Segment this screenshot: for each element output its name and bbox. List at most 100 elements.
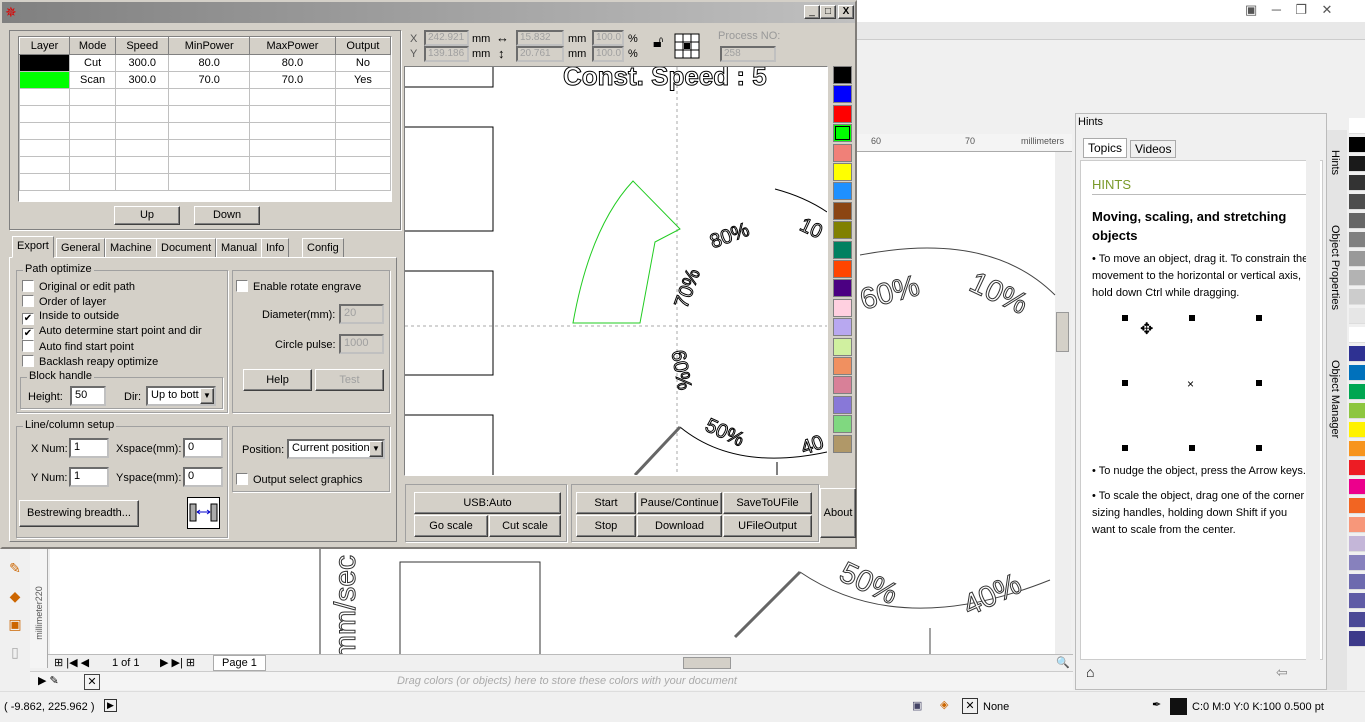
circle-pulse-input[interactable]: 1000 <box>339 334 384 354</box>
status-expand-icon[interactable]: ▶ <box>104 699 117 712</box>
pause-continue-button[interactable]: Pause/Continue <box>637 492 722 514</box>
palette-color[interactable] <box>1349 194 1365 210</box>
layer-color-swatch[interactable] <box>833 124 852 143</box>
diameter-input[interactable]: 20 <box>339 304 384 324</box>
palette-color[interactable] <box>1349 137 1365 153</box>
hints-scrollbar[interactable] <box>1306 160 1320 660</box>
palette-color[interactable] <box>1349 232 1365 248</box>
tray-arrow-icon[interactable]: ▶ ✎ <box>38 674 59 687</box>
path-option-checkbox[interactable]: ✔ Auto determine start point and dir <box>22 325 202 340</box>
side-tab-object-properties[interactable]: Object Properties <box>1329 225 1341 310</box>
height-field[interactable]: 20.761 <box>516 46 564 62</box>
go-scale-button[interactable]: Go scale <box>414 515 488 537</box>
layer-table[interactable]: Layer Mode Speed MinPower MaxPower Output Cut 3… <box>18 36 392 202</box>
palette-color[interactable] <box>1349 612 1365 628</box>
palette-color[interactable] <box>1349 175 1365 191</box>
layer-color-swatch[interactable] <box>833 182 852 201</box>
layer-color-swatch[interactable] <box>833 318 852 337</box>
layer-color-swatch[interactable] <box>833 395 852 414</box>
path-option-checkbox[interactable]: Order of layer <box>22 295 106 308</box>
layer-color-swatch[interactable] <box>833 434 852 453</box>
palette-color[interactable] <box>1349 422 1365 438</box>
test-button[interactable]: Test <box>315 369 384 391</box>
palette-color[interactable] <box>1349 460 1365 476</box>
palette-color[interactable] <box>1349 555 1365 571</box>
tab-videos[interactable]: Videos <box>1130 140 1177 158</box>
palette-color[interactable] <box>1349 574 1365 590</box>
color-tray[interactable]: ▶ ✎ ✕ Drag colors (or objects) here to s… <box>30 671 1073 690</box>
palette-color[interactable] <box>1349 346 1365 362</box>
palette-color[interactable] <box>1349 156 1365 172</box>
path-option-checkbox[interactable]: Auto find start point <box>22 340 134 353</box>
back-icon[interactable]: ⇦ <box>1276 664 1288 681</box>
x-num-input[interactable]: 1 <box>69 438 109 458</box>
tab-manual[interactable]: Manual <box>216 238 263 258</box>
palette-color[interactable] <box>1349 251 1365 267</box>
start-button[interactable]: Start <box>576 492 636 514</box>
layer-color-swatch[interactable] <box>833 240 852 259</box>
y-field[interactable]: 139.186 <box>424 46 469 62</box>
palette-color[interactable] <box>1349 441 1365 457</box>
tab-general[interactable]: General <box>56 238 106 258</box>
palette-color[interactable] <box>1349 384 1365 400</box>
stop-button[interactable]: Stop <box>576 515 636 537</box>
layer-color-swatch[interactable] <box>833 221 852 240</box>
palette-color[interactable] <box>1349 517 1365 533</box>
y-space-input[interactable]: 0 <box>183 467 223 487</box>
table-row[interactable]: Scan 300.0 70.0 70.0 Yes <box>19 71 392 89</box>
path-option-checkbox[interactable]: Original or edit path <box>22 280 135 293</box>
page-nav-arrows-icon[interactable]: ⊞ |◀ ◀ <box>54 656 89 669</box>
layer-color-swatch[interactable] <box>833 104 852 123</box>
layer-color-swatch[interactable] <box>833 163 852 181</box>
palette-color[interactable] <box>1349 270 1365 286</box>
tab-config[interactable]: Config <box>302 238 344 258</box>
minimize-button[interactable]: _ <box>804 5 820 19</box>
palette-color[interactable] <box>1349 308 1365 324</box>
dropdown-arrow-icon[interactable]: ▼ <box>369 441 383 457</box>
layer-color-swatch[interactable] <box>833 260 852 278</box>
page-tab[interactable]: Page 1 <box>213 655 266 671</box>
table-row[interactable]: Cut 300.0 80.0 80.0 No <box>19 54 392 72</box>
layer-color-swatch[interactable] <box>833 298 852 317</box>
maximize-button[interactable]: □ <box>820 5 836 19</box>
output-select-graphics-checkbox[interactable]: Output select graphics <box>236 473 362 486</box>
palette-color[interactable] <box>1349 479 1365 495</box>
page-nav-forward-icon[interactable]: ▶ ▶| ⊞ <box>160 656 195 669</box>
lock-icon[interactable]: 🔓︎ <box>653 34 663 52</box>
layer-color-swatch[interactable] <box>833 376 852 395</box>
up-button[interactable]: Up <box>114 206 180 225</box>
palette-color[interactable] <box>1349 118 1365 134</box>
layer-color-swatch[interactable] <box>833 337 852 356</box>
preview-canvas[interactable]: Const. Speed : 5 80% 10 70% 60% 50% 40 <box>404 66 828 476</box>
path-option-checkbox[interactable]: Backlash reapy optimize <box>22 355 158 368</box>
tab-export[interactable]: Export <box>12 236 54 258</box>
download-button[interactable]: Download <box>637 515 722 537</box>
column-header[interactable]: Layer <box>19 37 70 55</box>
dropdown-arrow-icon[interactable]: ▼ <box>200 388 214 404</box>
layer-color-swatch[interactable] <box>833 85 852 104</box>
layer-color-swatch[interactable] <box>833 66 852 84</box>
x-field[interactable]: 242.921 <box>424 30 469 46</box>
palette-color[interactable] <box>1349 498 1365 514</box>
palette-color[interactable] <box>1349 536 1365 552</box>
palette-color[interactable] <box>1349 631 1365 647</box>
column-header[interactable]: Mode <box>68 37 117 55</box>
palette-color[interactable] <box>1349 593 1365 609</box>
layer-color-swatch[interactable] <box>833 143 852 162</box>
close-button[interactable]: X <box>838 5 854 19</box>
no-color-icon[interactable]: ✕ <box>84 674 100 690</box>
palette-color[interactable] <box>1349 365 1365 381</box>
horizontal-scroll-thumb[interactable] <box>683 657 731 669</box>
home-icon[interactable]: ⌂ <box>1086 664 1094 680</box>
palette-color[interactable] <box>1349 403 1365 419</box>
position-select[interactable]: Current position ▼ <box>287 439 385 459</box>
tab-machine[interactable]: Machine <box>105 238 157 258</box>
side-tab-hints[interactable]: Hints <box>1329 150 1341 175</box>
down-button[interactable]: Down <box>194 206 260 225</box>
scale-y-field[interactable]: 100.0 <box>592 46 624 62</box>
dir-select[interactable]: Up to bott ▼ <box>146 386 216 406</box>
corel-window-controls[interactable]: ▣ ─ ❐ ✕ <box>1245 2 1332 18</box>
column-header[interactable]: MaxPower <box>249 37 336 55</box>
cut-scale-button[interactable]: Cut scale <box>489 515 561 537</box>
palette-color[interactable] <box>1349 213 1365 229</box>
